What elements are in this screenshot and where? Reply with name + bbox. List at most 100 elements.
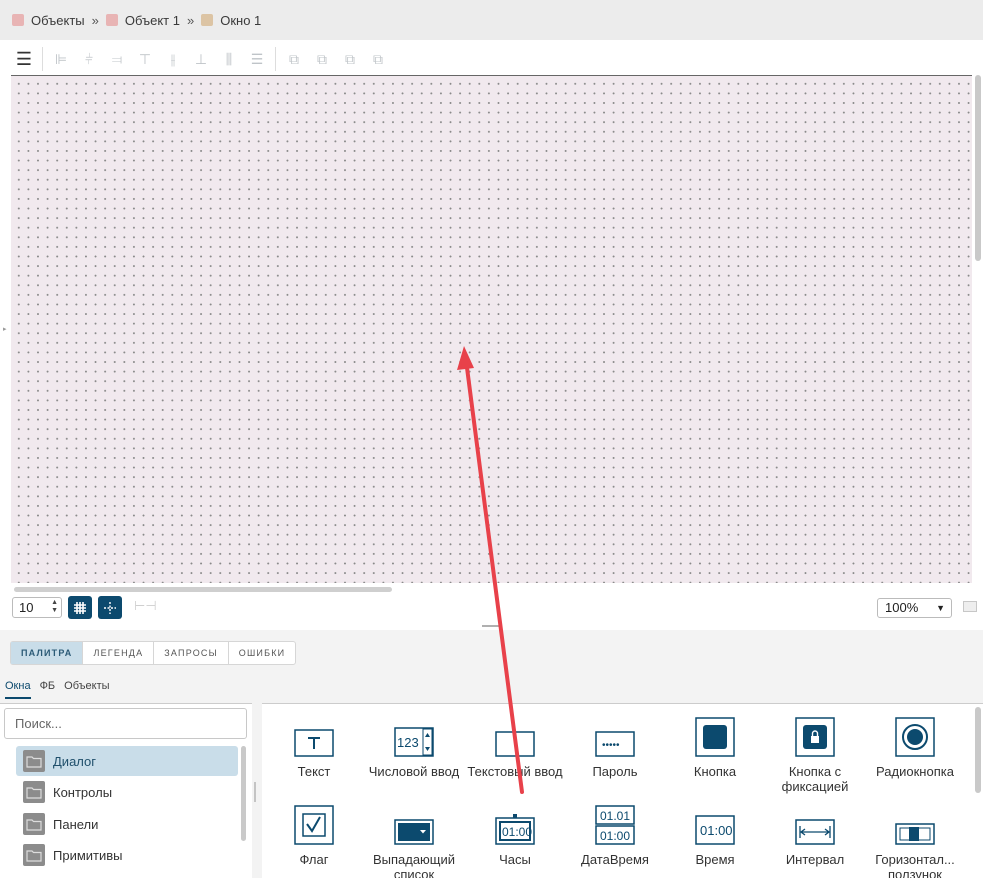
category-label: Панели [53,816,99,832]
palette-item-numeric-input[interactable]: 123 Числовой ввод [362,715,466,779]
alignment-toolbar: ☰ ⊫ ⫩ ⫤ ⊤ ⫲ ⊥ ⫼ ☰ ⧉ ⧉ ⧉ ⧉ [10,44,392,74]
folder-icon [23,750,45,772]
palette-item-time[interactable]: 01:00 Время [663,803,767,867]
icon-text: 01:00 [700,823,733,838]
icon-text: 123 [397,735,419,750]
text-input-icon [495,731,535,757]
palette-item-toggle-button[interactable]: Кнопка с фиксацией [763,715,867,794]
collapse-left-icon[interactable]: ▸ [3,325,7,333]
toggle-button-icon [795,717,835,757]
radio-button-icon [895,717,935,757]
category-scrollbar[interactable] [241,746,246,841]
item-label: Кнопка с фиксацией [781,764,849,794]
send-to-back-icon[interactable]: ⧉ [364,45,392,73]
window-color-icon [201,14,214,26]
align-middle-vertical-icon[interactable]: ⫲ [159,45,187,73]
tab-legend[interactable]: ЛЕГЕНДА [83,642,155,664]
minimap-icon[interactable] [963,601,977,612]
palette-item-text[interactable]: Текст [262,715,366,779]
subtab-windows[interactable]: Окна [5,680,31,699]
align-right-icon[interactable]: ⫤ [103,45,131,73]
horizontal-slider-icon [895,823,935,845]
tab-queries[interactable]: ЗАПРОСЫ [154,642,229,664]
grid-size-input[interactable]: 10 ▲ ▼ [12,597,62,618]
breadcrumb-item-objects[interactable]: Объекты [12,13,85,28]
palette-scrollbar[interactable] [975,707,981,793]
item-label: Текст [297,764,331,779]
clock-icon: 01:00 [495,814,535,845]
subtab-objects[interactable]: Объекты [64,680,109,699]
password-icon: ••••• [595,731,635,757]
breadcrumb-label: Окно 1 [220,12,262,28]
item-label: Радиокнопка [876,764,954,779]
canvas-horizontal-scrollbar[interactable] [14,587,392,592]
canvas-vertical-scrollbar[interactable] [975,75,981,261]
align-center-horizontal-icon[interactable]: ⫩ [75,45,103,73]
distribute-vertical-icon[interactable]: ☰ [243,45,271,73]
toolbar-divider [42,47,43,71]
palette-item-interval[interactable]: Интервал [763,803,867,867]
item-label: Флаг [299,852,329,867]
align-top-icon[interactable]: ⊤ [131,45,159,73]
send-backward-icon[interactable]: ⧉ [336,45,364,73]
folder-icon [23,844,45,866]
breadcrumb-separator: » [91,12,99,28]
category-label: Контролы [53,784,113,800]
grid-size-value: 10 [19,600,34,615]
palette-item-button[interactable]: Кнопка [663,715,767,779]
snap-to-grid-icon[interactable] [98,596,122,619]
palette-item-password[interactable]: ••••• Пароль [563,715,667,779]
align-left-icon[interactable]: ⊫ [47,45,75,73]
item-label: Интервал [785,852,845,867]
tab-palette[interactable]: ПАЛИТРА [11,642,84,664]
palette-subtabs: Окна ФБ Объекты [5,680,119,699]
item-label: Кнопка [693,764,737,779]
breadcrumb-label: Объекты [31,12,85,28]
tab-errors[interactable]: ОШИБКИ [229,642,296,664]
icon-text: 01:00 [502,825,532,839]
panel-splitter[interactable] [482,625,502,627]
guides-icon[interactable]: ⊢⊣ [134,598,157,614]
bring-forward-icon[interactable]: ⧉ [308,45,336,73]
item-label: Текстовый ввод [467,764,563,779]
palette-item-radio-button[interactable]: Радиокнопка [863,715,967,779]
text-icon [294,729,334,757]
bring-to-front-icon[interactable]: ⧉ [280,45,308,73]
align-bottom-icon[interactable]: ⊥ [187,45,215,73]
spinner-icon[interactable]: ▲ ▼ [51,599,58,615]
canvas-status-bar: 10 ▲ ▼ ⊢⊣ 100% ▼ [0,596,983,621]
category-label: Примитивы [53,847,123,863]
design-canvas[interactable] [11,75,972,583]
palette-item-text-input[interactable]: Текстовый ввод [463,715,567,779]
zoom-select[interactable]: 100% ▼ [877,598,952,618]
palette-item-horizontal-slider[interactable]: Горизонтал... ползунок [863,803,967,878]
category-primitives[interactable]: Примитивы [16,840,238,870]
item-label: Числовой ввод [368,764,460,779]
distribute-horizontal-icon[interactable]: ⫼ [215,45,243,73]
zoom-value: 100% [885,600,919,615]
grid-toggle-icon[interactable] [68,596,92,619]
button-icon [695,717,735,757]
category-dialog[interactable]: Диалог [16,746,238,776]
category-label: Диалог [53,753,96,769]
palette-items: Текст 123 Числовой ввод Текстовый ввод •… [262,703,983,878]
breadcrumb-item-window1[interactable]: Окно 1 [201,13,261,28]
search-input[interactable]: Поиск... [4,708,247,739]
breadcrumb-item-object1[interactable]: Объект 1 [105,13,180,28]
breadcrumb-separator: » [186,12,195,28]
item-label: Пароль [592,764,638,779]
subtab-fb[interactable]: ФБ [40,680,56,699]
palette-item-dropdown[interactable]: Выпадающий список [362,803,466,878]
breadcrumb: Объекты » Объект 1 » Окно 1 [0,0,983,40]
palette-resize-handle[interactable] [254,782,256,802]
object-color-icon [12,14,24,26]
icon-text: 01:00 [600,829,630,843]
category-controls[interactable]: Контролы [16,777,238,807]
object-color-icon [105,14,118,26]
palette-item-datetime[interactable]: 01.01 01:00 ДатаВремя [563,803,667,867]
palette-item-clock[interactable]: 01:00 Часы [463,803,567,867]
category-panels[interactable]: Панели [16,809,238,839]
folder-icon [23,781,45,803]
menu-icon[interactable]: ☰ [10,45,38,73]
palette-item-checkbox[interactable]: Флаг [262,803,366,867]
